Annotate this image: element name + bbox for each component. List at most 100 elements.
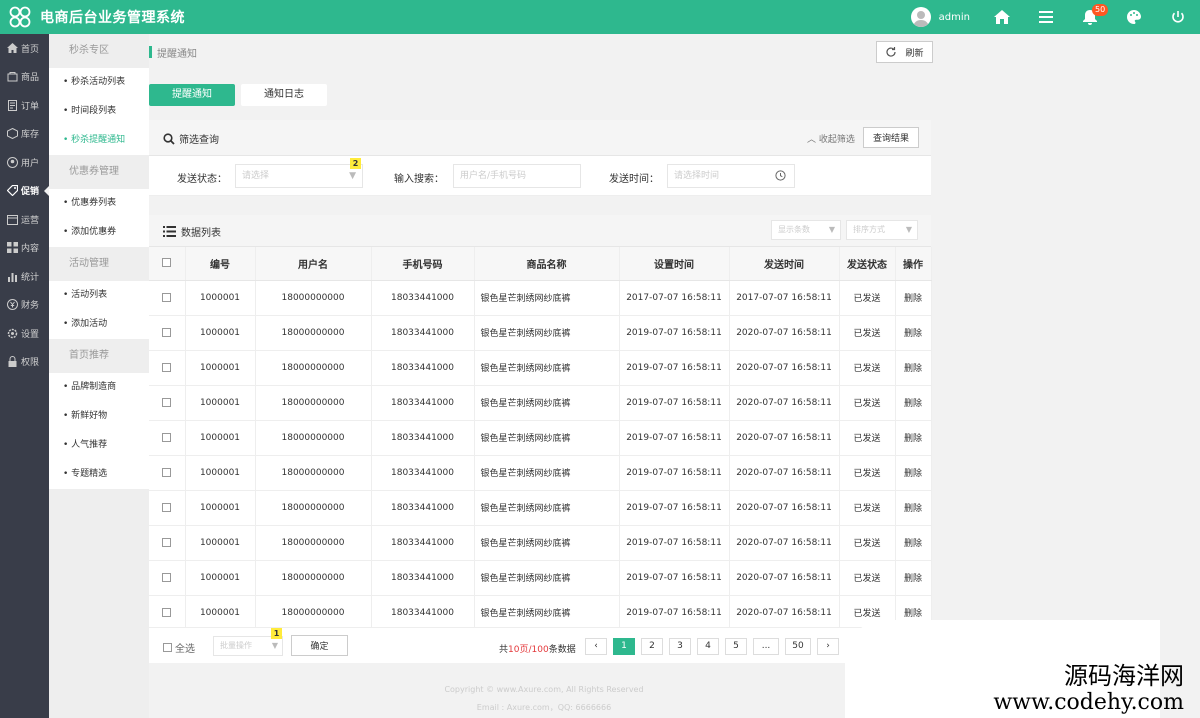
list-icon <box>163 226 176 237</box>
sub-item-coupon-list[interactable]: • 优惠券列表 <box>49 189 149 218</box>
nav-item-stock[interactable]: 库存 <box>0 120 49 149</box>
column-header: 设置时间 <box>619 247 730 281</box>
row-checkbox[interactable] <box>149 280 186 316</box>
nav-item-settings[interactable]: 设置 <box>0 319 49 348</box>
user-menu[interactable]: admin <box>901 7 980 27</box>
delete-link[interactable]: 删除 <box>895 280 932 316</box>
tag-icon <box>7 185 18 197</box>
tab-notify[interactable]: 提醒通知 <box>149 84 235 106</box>
row-checkbox[interactable] <box>149 350 186 386</box>
notification-button[interactable]: 50 <box>1068 0 1112 34</box>
nav-item-promotion[interactable]: 促销 <box>0 177 49 206</box>
refresh-button[interactable]: 刷新 <box>876 41 933 63</box>
page-button[interactable]: 1 <box>613 638 635 655</box>
cell-product: 银色星芒刺绣网纱底裤 <box>474 560 620 596</box>
select-all-checkbox[interactable]: 全选 <box>163 640 195 655</box>
nav-item-operation[interactable]: 运营 <box>0 205 49 234</box>
filter-body: 发送状态： 请选择 ▼ 2 输入搜索： 用户名/手机号码 发送时间： 请选择时间 <box>149 156 931 196</box>
nav-item-finance[interactable]: 财务 <box>0 291 49 320</box>
menu-icon <box>1039 11 1053 23</box>
row-checkbox[interactable] <box>149 560 186 596</box>
cell-phone: 18033441000 <box>371 595 475 631</box>
row-checkbox[interactable] <box>149 490 186 526</box>
sub-item-add-coupon[interactable]: • 添加优惠券 <box>49 218 149 247</box>
delete-link[interactable]: 删除 <box>895 525 932 561</box>
column-header: 发送时间 <box>729 247 840 281</box>
sub-group-title: 首页推荐 <box>69 350 109 361</box>
sub-item-topics[interactable]: • 专题精选 <box>49 460 149 489</box>
nav-item-orders[interactable]: 订单 <box>0 91 49 120</box>
delete-link[interactable]: 删除 <box>895 490 932 526</box>
cell-id: 1000001 <box>185 525 256 561</box>
table-row: 1000001 18000000000 18033441000 银色星芒刺绣网纱底裤 2… <box>149 350 932 386</box>
query-button[interactable]: 查询结果 <box>863 127 919 148</box>
lock-icon <box>7 356 18 368</box>
sub-item-popular[interactable]: • 人气推荐 <box>49 431 149 460</box>
batch-action-select[interactable]: 批量操作 ▼ <box>213 636 283 656</box>
nav-item-permission[interactable]: 权限 <box>0 348 49 377</box>
page-button[interactable]: 2 <box>641 638 663 655</box>
sub-item-add-activity[interactable]: • 添加活动 <box>49 310 149 339</box>
cell-phone: 18033441000 <box>371 280 475 316</box>
page-size-select[interactable]: 显示条数 ▼ <box>771 220 841 240</box>
cell-send-time: 2020-07-07 16:58:11 <box>729 525 840 561</box>
page-button[interactable]: 3 <box>669 638 691 655</box>
row-checkbox[interactable] <box>149 525 186 561</box>
collapse-filter-link[interactable]: ︿ 收起筛选 <box>807 132 855 145</box>
menu-button[interactable] <box>1024 0 1068 34</box>
tab-notify-log[interactable]: 通知日志 <box>241 84 327 106</box>
sub-item-activity-list[interactable]: • 活动列表 <box>49 281 149 310</box>
confirm-button[interactable]: 确定 <box>291 635 348 656</box>
select-all-checkbox-header[interactable] <box>149 247 186 281</box>
clock-icon <box>775 170 786 181</box>
next-page-button[interactable]: › <box>817 638 839 655</box>
delete-link[interactable]: 删除 <box>895 560 932 596</box>
delete-link[interactable]: 删除 <box>895 350 932 386</box>
sub-item-time-slots[interactable]: • 时间段列表 <box>49 97 149 126</box>
delete-link[interactable]: 删除 <box>895 455 932 491</box>
cell-id: 1000001 <box>185 350 256 386</box>
nav-item-users[interactable]: 用户 <box>0 148 49 177</box>
copyright-line: Copyright © www.Axure.com, All Rights Re… <box>444 685 644 694</box>
time-picker[interactable]: 请选择时间 <box>667 164 795 188</box>
sort-select[interactable]: 排序方式 ▼ <box>846 220 918 240</box>
sub-item-fresh-goods[interactable]: • 新鲜好物 <box>49 402 149 431</box>
nav-item-home[interactable]: 首页 <box>0 34 49 63</box>
theme-button[interactable] <box>1112 0 1156 34</box>
delete-link[interactable]: 删除 <box>895 420 932 456</box>
row-checkbox[interactable] <box>149 455 186 491</box>
nav-item-statistics[interactable]: 统计 <box>0 262 49 291</box>
sub-item-seckill-list[interactable]: • 秒杀活动列表 <box>49 68 149 97</box>
cell-phone: 18033441000 <box>371 350 475 386</box>
home-button[interactable] <box>980 0 1024 34</box>
page-button[interactable]: 50 <box>785 638 811 655</box>
cell-status: 已发送 <box>839 420 896 456</box>
prev-page-button[interactable]: ‹ <box>585 638 607 655</box>
cell-set-time: 2019-07-07 16:58:11 <box>619 350 730 386</box>
cell-set-time: 2017-07-07 16:58:11 <box>619 280 730 316</box>
search-input[interactable]: 用户名/手机号码 <box>453 164 581 188</box>
status-select[interactable]: 请选择 ▼ <box>235 164 363 188</box>
nav-item-content[interactable]: 内容 <box>0 234 49 263</box>
row-checkbox[interactable] <box>149 315 186 351</box>
cell-phone: 18033441000 <box>371 455 475 491</box>
sub-item-seckill-notify[interactable]: • 秒杀提醒通知 <box>49 126 149 155</box>
page-button[interactable]: 5 <box>725 638 747 655</box>
table-row: 1000001 18000000000 18033441000 银色星芒刺绣网纱底裤 2… <box>149 595 932 631</box>
cell-phone: 18033441000 <box>371 315 475 351</box>
delete-link[interactable]: 删除 <box>895 315 932 351</box>
page-button[interactable]: ... <box>753 638 779 655</box>
cell-username: 18000000000 <box>255 455 372 491</box>
cell-username: 18000000000 <box>255 525 372 561</box>
row-checkbox[interactable] <box>149 385 186 421</box>
table-header-row: 编号 用户名 手机号码 商品名称 设置时间 发送时间 发送状态 操作 <box>149 247 932 281</box>
money-icon <box>7 299 18 311</box>
logout-button[interactable] <box>1156 0 1200 34</box>
power-icon <box>1172 11 1184 23</box>
row-checkbox[interactable] <box>149 595 186 631</box>
row-checkbox[interactable] <box>149 420 186 456</box>
sub-item-brands[interactable]: • 品牌制造商 <box>49 373 149 402</box>
page-button[interactable]: 4 <box>697 638 719 655</box>
nav-item-goods[interactable]: 商品 <box>0 63 49 92</box>
delete-link[interactable]: 删除 <box>895 385 932 421</box>
